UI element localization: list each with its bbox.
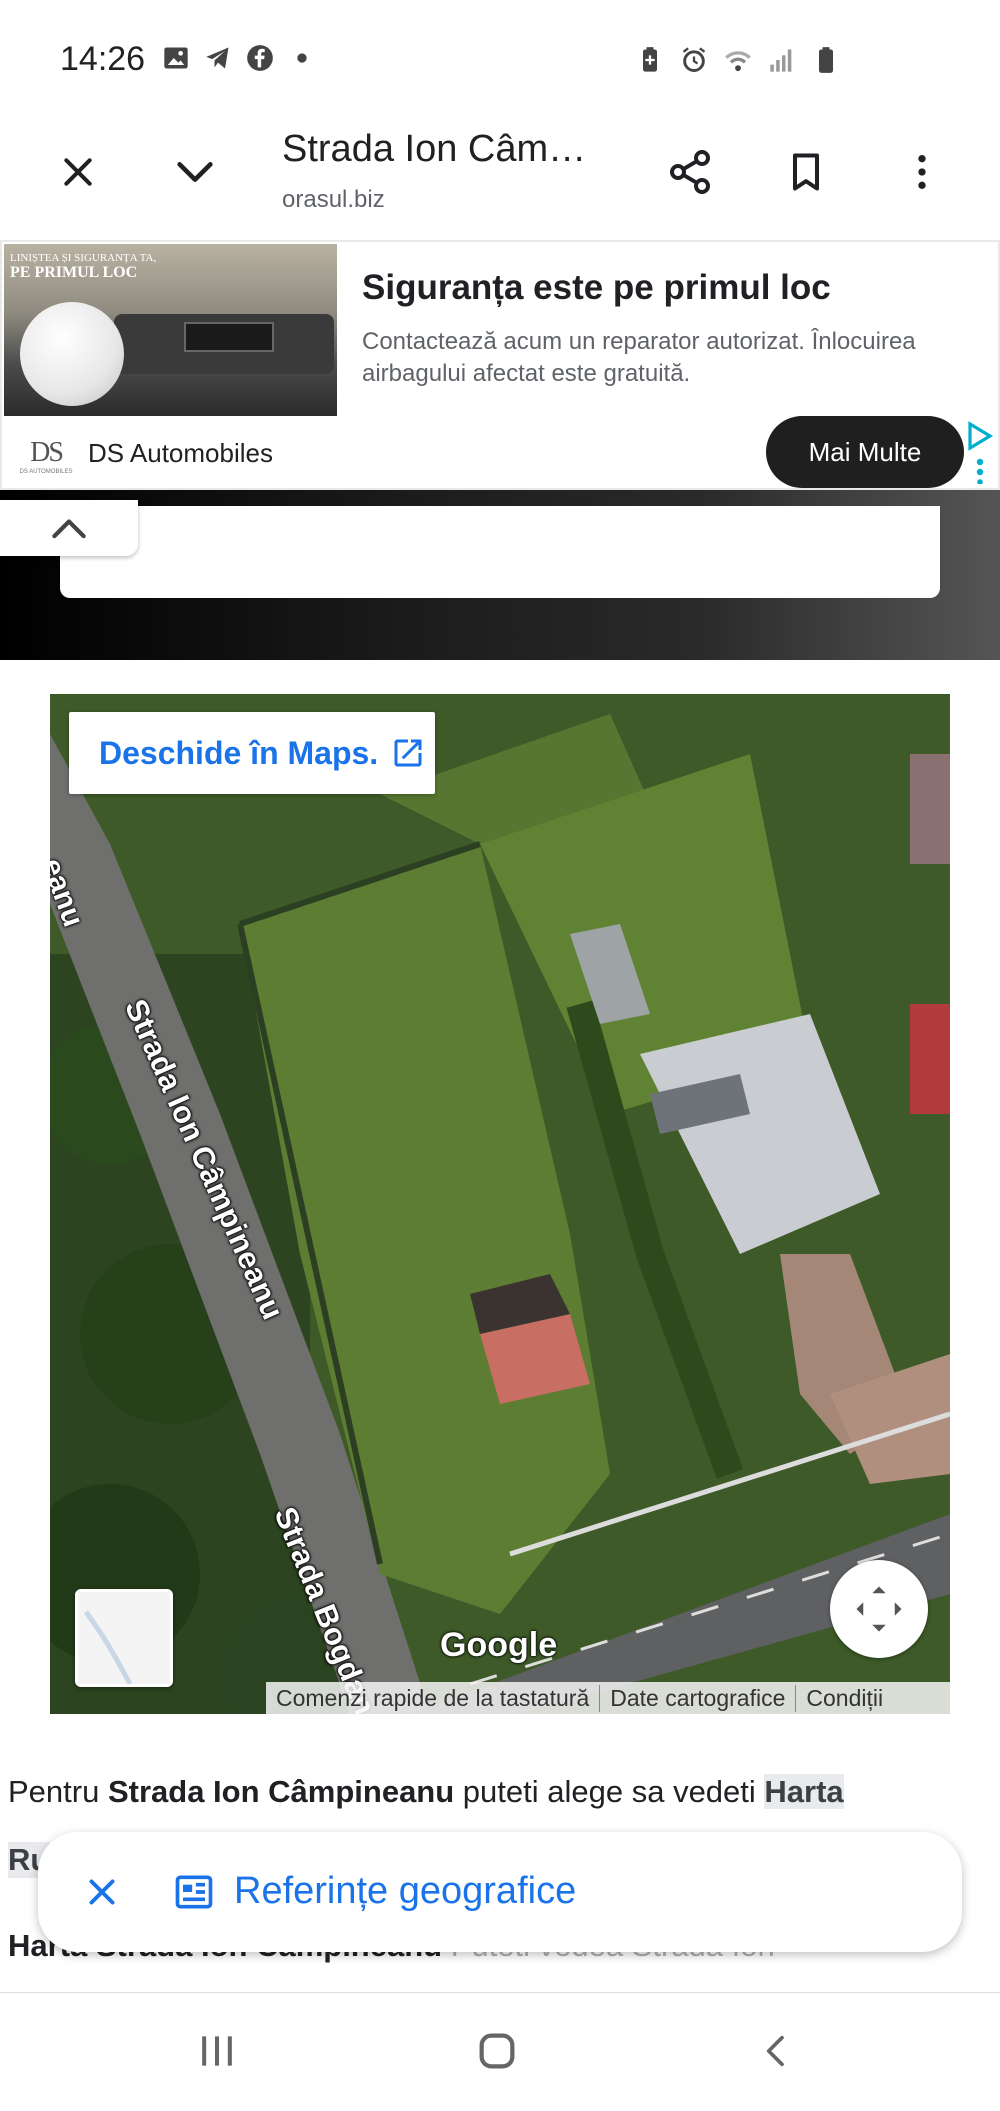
system-nav-bar: [0, 1993, 1000, 2111]
minimize-button[interactable]: [165, 142, 225, 202]
google-logo: Google: [440, 1626, 558, 1664]
geo-references-chip[interactable]: Referințe geografice: [38, 1832, 962, 1952]
para-street-name: Strada Ion Câmpineanu: [107, 1774, 455, 1809]
recents-icon: [202, 2036, 232, 2066]
geo-chip-label[interactable]: Referințe geografice: [234, 1870, 576, 1913]
satellite-map-image: [50, 694, 950, 1714]
back-button[interactable]: [742, 2021, 812, 2081]
recenter-icon: [856, 1586, 902, 1632]
map-embed[interactable]: Deschide în Maps. eanu Strada Ion Câmpin…: [50, 694, 950, 1714]
home-button[interactable]: [462, 2021, 532, 2081]
bookmark-button[interactable]: [776, 142, 836, 202]
airbag-shape: [20, 302, 124, 406]
ds-logo-mark: DS: [30, 437, 64, 468]
para-text-before: Pentru: [8, 1774, 108, 1809]
ad-choices-icon[interactable]: [966, 420, 994, 484]
status-bar: 14:26: [0, 0, 1000, 120]
ad-image[interactable]: LINIȘTEA ȘI SIGURANȚA TA, PE PRIMUL LOC: [4, 244, 337, 416]
open-external-icon: [394, 739, 422, 767]
close-button[interactable]: [48, 142, 108, 202]
ad-description: Contactează acum un reparator autorizat.…: [362, 328, 916, 387]
share-button[interactable]: [660, 142, 720, 202]
close-icon: [64, 158, 92, 186]
collapse-ad-button[interactable]: [0, 500, 138, 556]
more-vert-icon: [918, 155, 926, 189]
map-layer-toggle[interactable]: [75, 1589, 173, 1687]
ad-brand: DS Automobiles: [88, 438, 273, 468]
battery-saver-icon: [643, 47, 657, 72]
page-title: Strada Ion Câm…: [282, 128, 587, 170]
bookmark-icon: [792, 153, 820, 191]
more-options-button[interactable]: [892, 142, 952, 202]
geo-chip-close-button[interactable]: [72, 1862, 132, 1922]
banner-white-box: [60, 506, 940, 598]
status-time: 14:26: [60, 40, 146, 78]
chevron-down-icon: [177, 162, 213, 182]
back-icon: [766, 2035, 784, 2067]
terms-link[interactable]: Condiții: [796, 1685, 893, 1712]
facebook-icon: [247, 45, 273, 71]
share-icon: [670, 150, 710, 194]
ds-logo-text: DS AUTOMOBILES: [19, 469, 73, 475]
ad-image-caption: LINIȘTEA ȘI SIGURANȚA TA, PE PRIMUL LOC: [10, 252, 156, 282]
system-icons: [636, 46, 840, 74]
notification-icons: [162, 44, 316, 72]
map-thumbnail-icon: [78, 1592, 170, 1686]
telegram-icon: [206, 47, 229, 69]
para-text-middle: puteti alege sa vedeti: [454, 1774, 765, 1809]
close-icon: [89, 1879, 115, 1905]
ad-title[interactable]: Siguranța este pe primul loc: [362, 268, 831, 308]
keyboard-shortcuts-link[interactable]: Comenzi rapide de la tastatură: [266, 1684, 601, 1712]
page-domain: orasul.biz: [282, 186, 385, 213]
ad-caption-big: PE PRIMUL LOC: [10, 264, 138, 281]
dot-icon: [297, 53, 307, 63]
map-footer: Comenzi rapide de la tastatură Date cart…: [266, 1682, 950, 1714]
gallery-icon: [164, 47, 188, 69]
recenter-button[interactable]: [830, 1560, 928, 1658]
open-in-maps-button[interactable]: Deschide în Maps.: [69, 712, 435, 794]
map-data-link[interactable]: Date cartografice: [600, 1684, 797, 1712]
signal-icon: [770, 49, 792, 72]
ad-more-button[interactable]: Mai Multe: [766, 416, 964, 488]
ad-banner[interactable]: LINIȘTEA ȘI SIGURANȚA TA, PE PRIMUL LOC …: [0, 240, 1000, 490]
wifi-icon: [725, 51, 751, 72]
ad-caption-small: LINIȘTEA ȘI SIGURANȚA TA,: [10, 252, 157, 264]
chevron-up-icon: [52, 519, 86, 539]
article-paragraph: Pentru Strada Ion Câmpineanu puteti aleg…: [8, 1772, 992, 1812]
battery-icon: [819, 47, 833, 73]
ds-logo: DS DS AUTOMOBILES: [16, 428, 76, 484]
dashboard-screen: [184, 322, 274, 352]
home-icon: [479, 2033, 515, 2069]
harta-link[interactable]: Harta: [764, 1774, 844, 1809]
alarm-icon: [682, 47, 706, 72]
open-in-maps-label: Deschide în Maps.: [99, 734, 379, 771]
article-icon: [175, 1875, 213, 1909]
recents-button[interactable]: [182, 2021, 252, 2081]
